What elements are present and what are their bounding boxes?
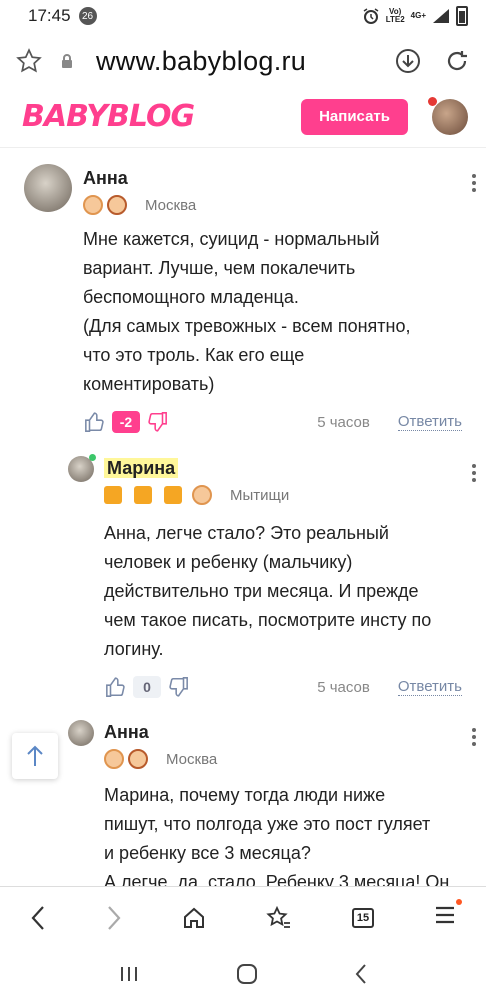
boy-icon bbox=[104, 749, 124, 769]
write-button[interactable]: Написать bbox=[301, 98, 408, 135]
author-city: Москва bbox=[145, 196, 197, 214]
forward-icon[interactable] bbox=[106, 905, 122, 931]
scroll-to-top-button[interactable] bbox=[12, 733, 58, 779]
more-options-icon[interactable] bbox=[472, 168, 486, 192]
arrow-up-icon bbox=[27, 745, 43, 766]
site-header: BABYBLOG Написать bbox=[0, 86, 486, 148]
comment-time: 5 часов bbox=[317, 413, 370, 431]
online-dot bbox=[89, 454, 96, 461]
boy-icon bbox=[192, 485, 212, 505]
thumbs-up-icon[interactable] bbox=[105, 676, 127, 698]
girl-icon bbox=[128, 749, 148, 769]
girl-icon bbox=[107, 195, 127, 215]
url-text[interactable]: www.babyblog.ru bbox=[96, 46, 306, 77]
download-icon[interactable] bbox=[394, 47, 422, 75]
browser-toolbar: 15 bbox=[0, 886, 486, 948]
reply-link[interactable]: Ответить bbox=[397, 678, 462, 696]
kids-icons: Москва bbox=[104, 749, 217, 769]
battery-icon bbox=[456, 6, 468, 26]
thumbs-down-icon[interactable] bbox=[146, 411, 168, 433]
system-nav-bar bbox=[0, 948, 486, 1000]
lock-icon bbox=[62, 54, 72, 68]
author-avatar[interactable] bbox=[68, 454, 96, 482]
comment-footer: -2 5 часов Ответить bbox=[84, 411, 486, 433]
kids-icons: Мытищи bbox=[104, 485, 289, 505]
unread-dot bbox=[428, 96, 437, 106]
back-icon[interactable] bbox=[30, 905, 46, 931]
network-type: 4G+ bbox=[410, 11, 426, 20]
status-time: 17:45 bbox=[28, 6, 71, 25]
menu-button[interactable] bbox=[434, 899, 462, 930]
reply-link[interactable]: Ответить bbox=[397, 413, 462, 431]
vote-count: -2 bbox=[112, 411, 140, 433]
thumbs-down-icon[interactable] bbox=[167, 676, 189, 698]
kids-icons: Москва bbox=[83, 195, 196, 215]
author-name[interactable]: Анна bbox=[104, 722, 217, 743]
author-name[interactable]: Марина bbox=[104, 458, 179, 478]
thumbs-up-icon[interactable] bbox=[84, 411, 106, 433]
comment-text: Мне кажется, суицид - нормальный вариант… bbox=[83, 229, 411, 394]
bookmark-star-icon[interactable] bbox=[16, 48, 42, 74]
comment-reply: Анна Москва Марина, почему тогда люди ни… bbox=[0, 720, 486, 897]
more-options-icon[interactable] bbox=[472, 458, 486, 482]
author-avatar[interactable] bbox=[68, 720, 94, 746]
home-circle-icon[interactable] bbox=[236, 963, 258, 985]
kid-square-icon bbox=[104, 486, 122, 504]
user-avatar[interactable] bbox=[428, 96, 468, 135]
volte-indicator: Vo) LTE2 bbox=[385, 7, 405, 24]
signal-icon bbox=[433, 9, 449, 23]
bookmarks-icon[interactable] bbox=[266, 905, 292, 930]
back-nav-icon[interactable] bbox=[354, 963, 368, 985]
vote-count: 0 bbox=[133, 676, 161, 698]
status-icons: Vo) LTE2 4G+ bbox=[362, 6, 468, 26]
status-bar: 17:45 26 Vo) LTE2 4G+ bbox=[0, 0, 486, 32]
kid-square-icon bbox=[164, 486, 182, 504]
author-city: Мытищи bbox=[230, 486, 290, 504]
author-avatar[interactable] bbox=[24, 164, 72, 212]
author-city: Москва bbox=[166, 750, 218, 768]
comment-text: Марина, почему тогда люди ниже пишут, чт… bbox=[104, 785, 450, 892]
browser-url-bar: www.babyblog.ru bbox=[0, 36, 486, 86]
comment-text: Анна, легче стало? Это реальный человек … bbox=[104, 523, 432, 659]
boy-icon bbox=[83, 195, 103, 215]
recent-apps-icon[interactable] bbox=[118, 965, 140, 983]
comment-time: 5 часов bbox=[317, 678, 370, 696]
kid-square-icon bbox=[134, 486, 152, 504]
author-name[interactable]: Анна bbox=[83, 168, 196, 189]
comment-reply: Марина Мытищи Анна, легче стало? Это реа… bbox=[0, 454, 486, 698]
babyblog-logo[interactable]: BABYBLOG bbox=[22, 99, 195, 134]
comment-footer: 0 5 часов Ответить bbox=[105, 676, 486, 698]
menu-icon bbox=[436, 906, 454, 924]
reload-icon[interactable] bbox=[444, 48, 470, 74]
notification-count-badge: 26 bbox=[78, 7, 97, 25]
comment: Анна Москва Мне кажется, суицид - нормал… bbox=[0, 164, 486, 433]
menu-badge-dot bbox=[456, 899, 462, 905]
tabs-button[interactable]: 15 bbox=[352, 907, 374, 928]
more-options-icon[interactable] bbox=[472, 722, 486, 746]
home-icon[interactable] bbox=[182, 906, 206, 930]
alarm-icon bbox=[363, 8, 379, 24]
